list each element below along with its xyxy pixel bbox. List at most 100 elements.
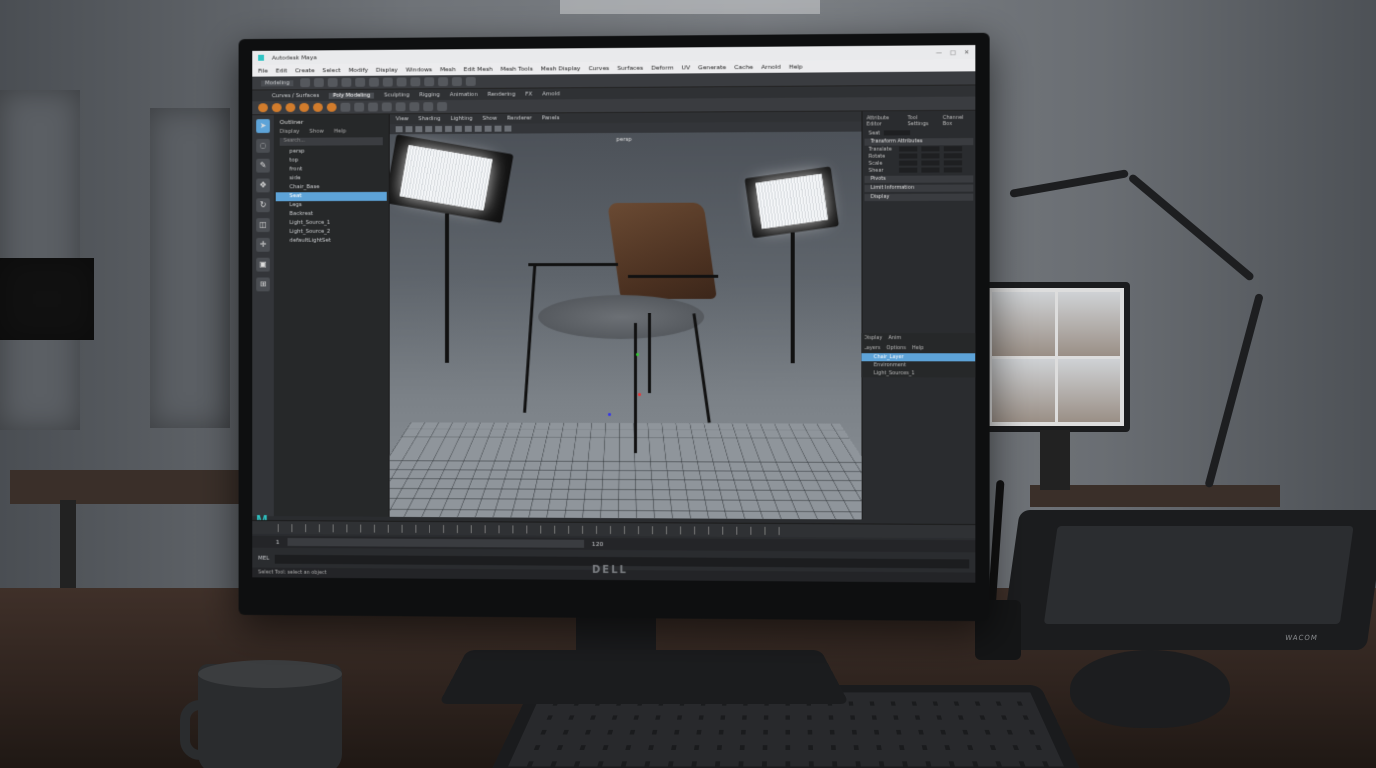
attribute-field[interactable]	[899, 161, 917, 166]
rotate-tool-icon[interactable]: ↻	[256, 198, 270, 212]
shelf-tab[interactable]: Sculpting	[384, 92, 409, 98]
layer-tab[interactable]: Display	[864, 335, 883, 341]
viewport-menu-item[interactable]: Show	[482, 116, 497, 122]
shelf-tab[interactable]: Animation	[450, 91, 478, 97]
type-tool-icon[interactable]	[423, 102, 433, 111]
layer-item[interactable]: Chair_Layer	[861, 353, 975, 361]
poly-torus-icon[interactable]	[313, 103, 323, 112]
select-by-hierarchy-icon[interactable]	[369, 78, 379, 87]
shelf-tab[interactable]: FX	[525, 91, 532, 97]
smooth-shade-icon[interactable]	[415, 126, 422, 132]
manipulator-x[interactable]	[638, 393, 641, 396]
menu-create[interactable]: Create	[295, 67, 315, 74]
xray-icon[interactable]	[485, 126, 492, 132]
menu-file[interactable]: File	[258, 67, 268, 74]
range-end[interactable]: 120	[592, 540, 603, 547]
anti-alias-icon[interactable]	[465, 126, 472, 132]
grid-icon[interactable]	[495, 126, 502, 132]
viewport-menu-item[interactable]: Panels	[542, 115, 560, 121]
chair-backrest[interactable]	[607, 203, 717, 299]
attribute-editor-tab[interactable]: Tool Settings	[908, 115, 937, 127]
snap-point-icon[interactable]	[424, 77, 434, 86]
undo-icon[interactable]	[342, 78, 352, 87]
shelf-tab[interactable]: Rendering	[487, 91, 515, 97]
menu-edit-mesh[interactable]: Edit Mesh	[464, 65, 493, 72]
svg-tool-icon[interactable]	[437, 102, 447, 111]
ipr-render-icon[interactable]	[452, 77, 462, 86]
shelf-tab[interactable]: Curves / Surfaces	[272, 93, 319, 99]
outliner-menu-item[interactable]: Display	[280, 129, 300, 135]
outliner-item[interactable]: Legs	[276, 201, 387, 210]
snap-grid-icon[interactable]	[397, 77, 407, 86]
poly-sphere-icon[interactable]	[258, 103, 268, 112]
attribute-field[interactable]	[921, 146, 939, 151]
redo-icon[interactable]	[355, 78, 365, 87]
outliner-item[interactable]: side	[276, 174, 387, 183]
menu-help[interactable]: Help	[789, 63, 803, 70]
universal-manipulator-icon[interactable]: ✛	[256, 238, 270, 252]
menu-arnold[interactable]: Arnold	[761, 63, 781, 70]
attribute-field[interactable]	[899, 146, 917, 151]
attribute-field[interactable]	[944, 146, 962, 151]
outliner-item[interactable]: Chair_Base	[276, 183, 387, 192]
lights-icon[interactable]	[435, 126, 442, 132]
node-name-field[interactable]	[884, 130, 910, 135]
poly-cone-icon[interactable]	[299, 103, 309, 112]
bridge-icon[interactable]	[396, 102, 406, 111]
maximize-button[interactable]: □	[950, 49, 956, 56]
isolate-icon[interactable]	[475, 126, 482, 132]
open-scene-icon[interactable]	[314, 78, 324, 87]
menu-modify[interactable]: Modify	[348, 66, 368, 73]
wireframe-icon[interactable]	[406, 126, 413, 132]
attribute-section[interactable]: Display	[865, 194, 974, 201]
menu-uv[interactable]: UV	[682, 64, 691, 71]
save-scene-icon[interactable]	[328, 78, 338, 87]
range-start[interactable]: 1	[276, 538, 280, 545]
layer-menu-item[interactable]: Options	[886, 345, 906, 351]
outliner-item[interactable]: defaultLightSet	[276, 237, 387, 246]
menu-select[interactable]: Select	[322, 67, 340, 74]
extrude-icon[interactable]	[368, 103, 378, 112]
shadows-icon[interactable]	[445, 126, 452, 132]
multi-cut-icon[interactable]	[409, 102, 419, 111]
attribute-field[interactable]	[921, 153, 939, 158]
textured-icon[interactable]	[425, 126, 432, 132]
attribute-field[interactable]	[944, 167, 962, 172]
attribute-editor-tab[interactable]: Attribute Editor	[867, 115, 902, 127]
render-icon[interactable]	[438, 77, 448, 86]
outliner-item[interactable]: Backrest	[276, 210, 387, 219]
menu-curves[interactable]: Curves	[588, 65, 609, 72]
range-bar-track[interactable]	[287, 538, 584, 548]
attribute-field[interactable]	[899, 168, 917, 173]
menu-edit[interactable]: Edit	[276, 67, 287, 74]
manipulator-z[interactable]	[608, 413, 611, 416]
menu-generate[interactable]: Generate	[698, 64, 726, 71]
attribute-field[interactable]	[921, 167, 939, 172]
snap-curve-icon[interactable]	[410, 77, 420, 86]
quick-layout-icon[interactable]: ▣	[256, 258, 270, 272]
perspective-viewport[interactable]: View Shading Lighting Show Renderer Panels pe…	[390, 111, 862, 519]
attribute-field[interactable]	[921, 160, 939, 165]
close-button[interactable]: ✕	[964, 49, 969, 56]
layer-item[interactable]: Light_Sources_1	[861, 369, 975, 377]
move-tool-icon[interactable]: ✥	[256, 178, 270, 192]
bevel-icon[interactable]	[382, 102, 392, 111]
viewport-menu-item[interactable]: Lighting	[450, 116, 472, 122]
outliner-item[interactable]: Light_Source_1	[276, 219, 387, 228]
outliner-menu-item[interactable]: Help	[334, 129, 346, 135]
outliner-menu-item[interactable]: Show	[309, 129, 324, 135]
attribute-field[interactable]	[944, 153, 962, 158]
render-settings-icon[interactable]	[466, 77, 476, 86]
attribute-editor-tab[interactable]: Channel Box	[943, 115, 972, 127]
ambient-occlusion-icon[interactable]	[455, 126, 462, 132]
layer-item[interactable]: Environment	[861, 361, 975, 369]
select-tool-icon[interactable]: ➤	[256, 119, 270, 133]
scale-tool-icon[interactable]: ◫	[256, 218, 270, 232]
shelf-tab[interactable]: Rigging	[419, 92, 440, 98]
menu-cache[interactable]: Cache	[734, 63, 753, 70]
camera-icon[interactable]	[396, 126, 403, 132]
poly-plane-icon[interactable]	[327, 103, 337, 112]
separate-icon[interactable]	[354, 103, 364, 112]
attribute-field[interactable]	[944, 160, 962, 165]
menu-deform[interactable]: Deform	[651, 64, 673, 71]
